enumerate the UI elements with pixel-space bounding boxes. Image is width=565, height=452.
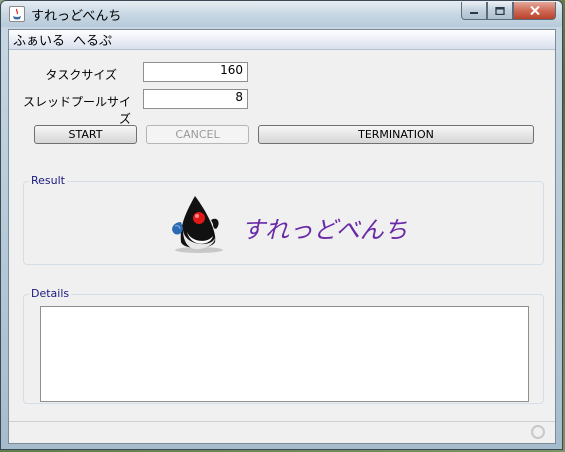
java-duke-mascot-icon xyxy=(165,192,229,254)
termination-button[interactable]: TERMINATION xyxy=(258,125,534,144)
details-group: Details xyxy=(23,287,544,404)
caption-buttons xyxy=(461,2,556,20)
details-group-title: Details xyxy=(29,287,72,300)
banner-title: すれっどべんち xyxy=(241,216,408,244)
result-group-title: Result xyxy=(29,174,67,187)
maximize-button[interactable] xyxy=(487,2,513,20)
window-title: すれっどべんち xyxy=(31,9,122,24)
maximize-icon xyxy=(495,6,505,15)
task-size-label: タスクサイズ xyxy=(45,68,117,82)
minimize-icon xyxy=(470,11,478,14)
pool-size-label: スレッドプールサイズ xyxy=(22,95,131,126)
app-window: すれっどべんち ふぁいる へるぷ タスクサイズ 160 スレッドプールサイズ 8… xyxy=(0,0,563,450)
cancel-button[interactable]: CANCEL xyxy=(146,125,249,144)
client-area: ふぁいる へるぷ タスクサイズ 160 スレッドプールサイズ 8 START C… xyxy=(8,29,556,444)
java-app-icon xyxy=(9,6,25,22)
minimize-button[interactable] xyxy=(461,2,487,20)
menu-file[interactable]: ふぁいる xyxy=(9,30,69,49)
menu-bar: ふぁいる へるぷ xyxy=(9,30,555,50)
details-textarea[interactable] xyxy=(40,306,529,402)
start-button[interactable]: START xyxy=(34,125,137,144)
busy-indicator-icon xyxy=(531,425,545,439)
task-size-input[interactable]: 160 xyxy=(143,62,248,82)
result-group: Result すれっどべんち xyxy=(23,174,544,265)
status-bar xyxy=(9,421,555,443)
pool-size-input[interactable]: 8 xyxy=(143,89,248,109)
close-icon xyxy=(529,6,540,15)
title-bar[interactable]: すれっどべんち xyxy=(1,1,562,27)
menu-help[interactable]: へるぷ xyxy=(69,30,116,49)
close-button[interactable] xyxy=(513,2,556,20)
